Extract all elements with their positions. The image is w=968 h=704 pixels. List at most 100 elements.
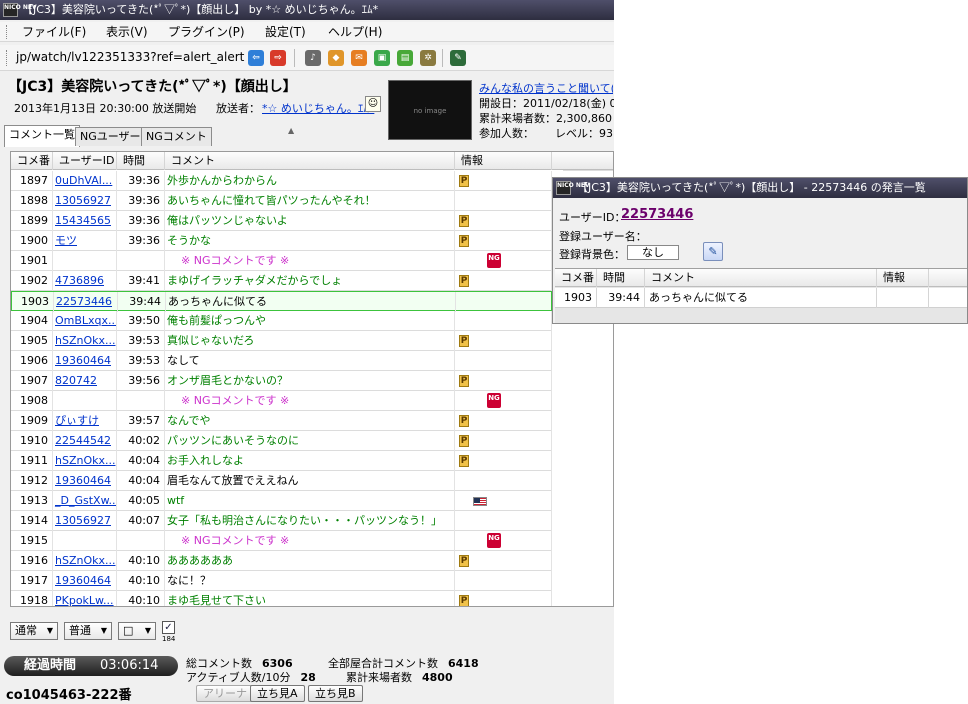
user-col-header-comment[interactable]: コメント <box>645 269 877 287</box>
standing-b-button[interactable]: 立ち見B <box>308 685 363 702</box>
col-header-time[interactable]: 時間 <box>117 152 165 170</box>
table-row[interactable]: 1905 hSZnOkx... 39:53 真似じゃないだろ P <box>11 331 552 351</box>
menu-file[interactable]: ファイル(F) <box>22 24 86 40</box>
user-table-row[interactable]: 1903 39:44 あっちゃんに似てる <box>555 288 967 308</box>
caster-mini-icon[interactable]: ☺ <box>365 96 381 112</box>
user-col-header-time[interactable]: 時間 <box>597 269 645 287</box>
table-row[interactable]: 1903 22573446 39:44 あっちゃんに似てる <box>11 291 553 312</box>
toolbar-grip[interactable] <box>6 25 9 39</box>
col-header-uid[interactable]: ユーザーID <box>53 152 117 170</box>
table-row[interactable]: 1904 OmBLxqx... 39:50 俺も前髪ぱっつんや <box>11 311 552 331</box>
table-row[interactable]: 1902 4736896 39:41 まゆげイラッチャダメだからでしょ P <box>11 271 552 291</box>
row-comment-no: 1918 <box>11 591 53 606</box>
row-info <box>455 311 552 331</box>
table-row[interactable]: 1901 ※ NGコメントです ※ NG <box>11 251 552 271</box>
col-header-info[interactable]: 情報 <box>455 152 552 170</box>
row-user-id[interactable]: 0uDhVAl... <box>53 171 117 191</box>
menu-settings[interactable]: 設定(T) <box>265 24 306 40</box>
row-user-id[interactable]: 19360464 <box>53 351 117 371</box>
row-comment-no: 1903 <box>12 292 54 312</box>
row-info: P <box>455 231 552 251</box>
row-user-id[interactable]: 13056927 <box>53 191 117 211</box>
comment-tool-icon[interactable]: ✉ <box>351 50 367 66</box>
row-user-id[interactable]: 4736896 <box>53 271 117 291</box>
row-user-id[interactable]: hSZnOkx... <box>53 451 117 471</box>
disconnect-icon[interactable]: ⇨ <box>270 50 286 66</box>
row-user-id[interactable]: 820742 <box>53 371 117 391</box>
comment-mode-select[interactable]: 通常 ▼ <box>10 622 58 640</box>
user-col-header-no[interactable]: コメ番 <box>555 269 597 287</box>
row-user-id[interactable]: モツ <box>53 231 117 251</box>
toolbar-grip[interactable] <box>6 50 9 66</box>
orange-tool-icon[interactable]: ◆ <box>328 50 344 66</box>
row-user-id[interactable]: 22573446 <box>54 292 118 312</box>
standing-a-button[interactable]: 立ち見A <box>250 685 305 702</box>
table-row[interactable]: 1914 13056927 40:07 女子「私も明治さんになりたい・・・パッツンなう… <box>11 511 552 531</box>
table-row[interactable]: 1917 19360464 40:10 なに！？ <box>11 571 552 591</box>
speaker-icon[interactable]: ♪ <box>305 50 321 66</box>
user-id-link[interactable]: 22573446 <box>621 207 693 222</box>
menu-plugin[interactable]: プラグイン(P) <box>168 24 245 40</box>
row-user-id[interactable]: ぴぃすけ <box>53 411 117 431</box>
table-row[interactable]: 1900 モツ 39:36 そうかな P <box>11 231 552 251</box>
collapse-arrow-icon[interactable]: ▲ <box>288 126 294 135</box>
menu-view[interactable]: 表示(V) <box>106 24 148 40</box>
table-row[interactable]: 1908 ※ NGコメントです ※ NG <box>11 391 552 411</box>
row-user-id[interactable] <box>53 251 117 271</box>
row-user-id[interactable]: PKpokLw... <box>53 591 117 606</box>
col-header-comment[interactable]: コメント <box>165 152 455 170</box>
menu-help[interactable]: ヘルプ(H) <box>328 24 382 40</box>
tab-comment-list[interactable]: コメント一覧 <box>4 125 80 147</box>
wrench-icon[interactable]: ✎ <box>703 242 723 261</box>
table-row[interactable]: 1898 13056927 39:36 あいちゃんに憧れて皆パツったんやそれ！ <box>11 191 552 211</box>
tab-ng-user[interactable]: NGユーザー <box>75 127 146 146</box>
row-info <box>455 471 552 491</box>
user-name-label: 登録ユーザー名： <box>559 230 647 243</box>
row-user-id[interactable]: 22544542 <box>53 431 117 451</box>
caster-link[interactable]: *☆ めいじちゃん。ｴﾑ* <box>262 100 374 116</box>
community-thumbnail[interactable]: no image <box>388 80 472 140</box>
green-tool-icon[interactable]: ▣ <box>374 50 390 66</box>
table-row[interactable]: 1913 _D_GstXw... 40:05 wtf <box>11 491 552 511</box>
row-user-id[interactable]: hSZnOkx... <box>53 551 117 571</box>
table-row[interactable]: 1909 ぴぃすけ 39:57 なんでや P <box>11 411 552 431</box>
table-row[interactable]: 1899 15434565 39:36 俺はパッツンじゃないよ P <box>11 211 552 231</box>
table-row[interactable]: 1915 ※ NGコメントです ※ NG <box>11 531 552 551</box>
plugin-icon[interactable]: ✎ <box>450 50 466 66</box>
comment-color-select[interactable]: □ ▼ <box>118 622 156 640</box>
table-row[interactable]: 1897 0uDhVAl... 39:36 外歩かんからわからん P <box>11 171 552 191</box>
row-user-id[interactable] <box>53 531 117 551</box>
row-user-id[interactable]: 15434565 <box>53 211 117 231</box>
tab-ng-comment[interactable]: NGコメント <box>141 127 212 146</box>
arena-button[interactable]: アリーナ <box>196 685 254 702</box>
table-row[interactable]: 1906 19360464 39:53 なして <box>11 351 552 371</box>
community-link[interactable]: みんな私の言うこと聞いて(*´… <box>479 80 613 96</box>
table-row[interactable]: 1916 hSZnOkx... 40:10 ああああああ P <box>11 551 552 571</box>
row-time: 40:04 <box>117 471 165 491</box>
table-row[interactable]: 1918 PKpokLw... 40:10 まゆ毛見せて下さい P <box>11 591 552 606</box>
row-user-id[interactable]: 19360464 <box>53 471 117 491</box>
main-title-bar[interactable]: NICO NEV 【JC3】美容院いってきた(*ﾟ▽ﾟ*)【顔出し】 by *☆… <box>0 0 614 20</box>
comment-size-select[interactable]: 普通 ▼ <box>64 622 112 640</box>
table-row[interactable]: 1912 19360464 40:04 眉毛なんて放置でええねん <box>11 471 552 491</box>
row-user-id[interactable]: OmBLxqx... <box>53 311 117 331</box>
row-user-id[interactable] <box>53 391 117 411</box>
table-row[interactable]: 1907 820742 39:56 オンザ眉毛とかないの？ P <box>11 371 552 391</box>
table-row[interactable]: 1911 hSZnOkx... 40:04 お手入れしなよ P <box>11 451 552 471</box>
row-user-id[interactable]: 19360464 <box>53 571 117 591</box>
row-user-id[interactable]: 13056927 <box>53 511 117 531</box>
anonymous-checkbox[interactable]: ✓ <box>162 621 175 634</box>
row-user-id[interactable]: _D_GstXw... <box>53 491 117 511</box>
col-header-no[interactable]: コメ番 <box>11 152 53 170</box>
bg-color-value[interactable]: なし <box>627 245 679 260</box>
active-stat: アクティブ人数/10分 28 <box>186 669 316 685</box>
user-col-header-info[interactable]: 情報 <box>877 269 929 287</box>
user-window-title-bar[interactable]: NICO NEV 【JC3】美容院いってきた(*ﾟ▽ﾟ*)【顔出し】 - 225… <box>553 178 967 198</box>
row-comment-no: 1913 <box>11 491 53 511</box>
url-field[interactable]: jp/watch/lv122351333?ref=alert_alert <box>16 50 244 64</box>
connect-icon[interactable]: ⇦ <box>248 50 264 66</box>
gear-icon[interactable]: ✲ <box>420 50 436 66</box>
table-row[interactable]: 1910 22544542 40:02 パッツンにあいそうなのに P <box>11 431 552 451</box>
green-box-icon[interactable]: ▤ <box>397 50 413 66</box>
row-user-id[interactable]: hSZnOkx... <box>53 331 117 351</box>
